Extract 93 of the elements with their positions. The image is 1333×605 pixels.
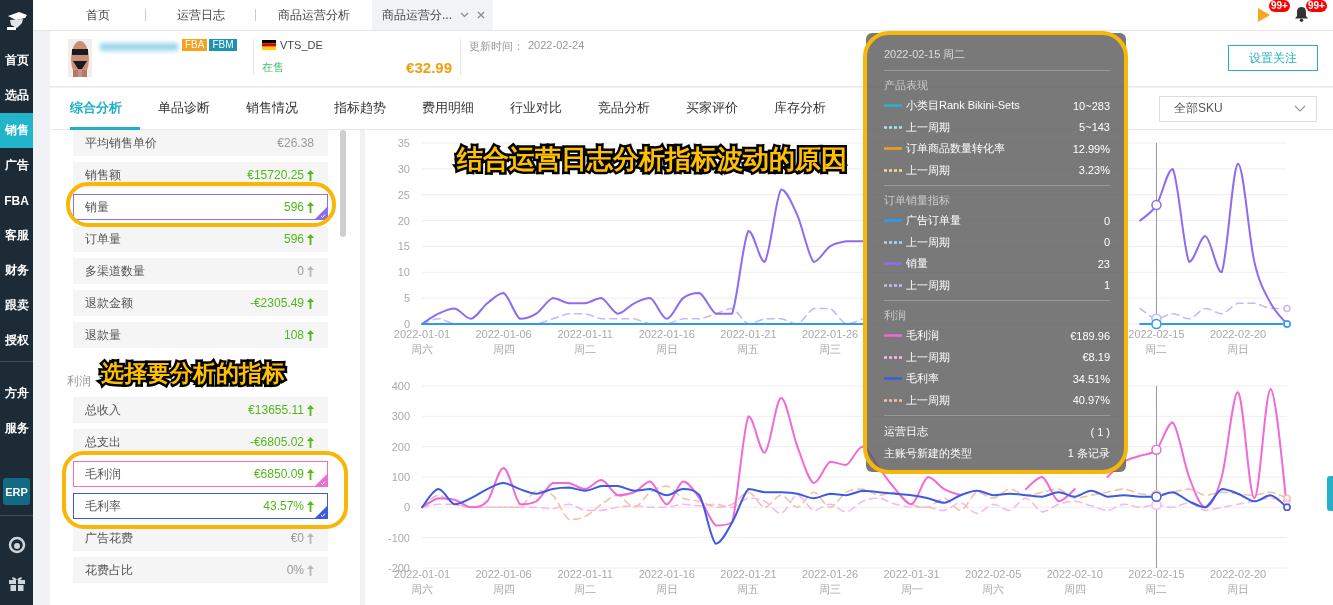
tooltip-value: 23 xyxy=(1097,257,1110,270)
tooltip-value: 34.51% xyxy=(1072,372,1110,385)
fulfillment-badge: FBA xyxy=(182,39,208,51)
axis-tick-label: 周日 xyxy=(655,343,678,355)
tooltip-label: 上一周期 xyxy=(906,349,950,365)
axis-tick-label: 100 xyxy=(391,471,410,483)
axis-tick-label: 2022-01-16 xyxy=(638,328,695,340)
axis-tick-label: 2022-01-16 xyxy=(638,568,695,580)
axis-tick-label: 2022-01-21 xyxy=(720,568,777,580)
axis-tick-label: 0 xyxy=(403,501,410,514)
axis-tick-label: 35 xyxy=(397,137,410,149)
axis-tick-label: 2022-01-01 xyxy=(393,328,451,340)
axis-tick-label: 2022-01-21 xyxy=(720,328,777,340)
axis-tick-label: 2022-02-15 xyxy=(1128,568,1185,580)
axis-tick-label: 周四 xyxy=(492,343,515,355)
tooltip-label: 订单商品数量转化率 xyxy=(906,141,1005,157)
count-badge: 99+ xyxy=(1306,0,1327,12)
axis-tick-label: 周二 xyxy=(1145,343,1168,355)
callout-caption: 选择要分析的指标 xyxy=(101,359,285,388)
tooltip-value: 12.99% xyxy=(1072,142,1110,155)
tooltip-label: 毛利润 xyxy=(906,328,939,344)
axis-tick-label: 周二 xyxy=(1145,583,1168,595)
tooltip-label: 广告订单量 xyxy=(906,213,961,229)
axis-tick-label: 2022-01-26 xyxy=(801,328,859,340)
axis-tick-label: 2022-01-11 xyxy=(557,328,613,340)
tooltip-label: 上一周期 xyxy=(906,392,950,408)
tooltip-section-title: 产品表现 xyxy=(884,78,929,93)
axis-tick-label: 周五 xyxy=(737,343,760,355)
tooltip-value: 0 xyxy=(1103,236,1110,249)
axis-tick-label: 2022-01-31 xyxy=(883,568,940,580)
tooltip-value: 0 xyxy=(1103,214,1110,227)
status-label: 在售 xyxy=(262,60,284,75)
axis-tick-label: 2022-02-15 xyxy=(1128,328,1185,340)
tooltip-value: 1 xyxy=(1103,279,1110,292)
axis-tick-label: 周六 xyxy=(982,583,1005,595)
tooltip-label: 上一周期 xyxy=(906,277,950,293)
count-badge: 99+ xyxy=(1269,0,1290,12)
axis-tick-label: 周二 xyxy=(574,343,597,355)
axis-tick-label: 2022-01-06 xyxy=(475,568,532,580)
tooltip-label: 上一周期 xyxy=(906,119,950,135)
tooltip-label: 上一周期 xyxy=(906,234,950,250)
tooltip-value: €8.19 xyxy=(1082,351,1110,364)
axis-tick-label: 2022-01-06 xyxy=(475,328,532,340)
axis-tick-label: 周四 xyxy=(1063,583,1086,595)
axis-tick-label: 15 xyxy=(397,240,410,253)
tooltip-value: ( 1 ) xyxy=(1090,425,1110,438)
tooltip-value: 3.23% xyxy=(1078,164,1110,177)
axis-tick-label: 2022-01-11 xyxy=(557,568,613,580)
axis-tick-label: 20 xyxy=(397,214,410,227)
tooltip-section-title: 利润 xyxy=(884,308,907,323)
axis-tick-label: 25 xyxy=(397,188,410,201)
axis-tick-label: 周六 xyxy=(411,583,433,595)
axis-tick-label: -100 xyxy=(387,531,410,544)
tooltip-label: 小类目Rank Bikini-Sets xyxy=(906,98,1020,114)
tooltip-label: 销量 xyxy=(906,256,928,272)
tooltip-label: 运营日志 xyxy=(884,424,928,440)
axis-tick-label: 30 xyxy=(397,162,410,175)
axis-tick-label: 2022-02-20 xyxy=(1209,328,1267,340)
axis-tick-label: 周五 xyxy=(737,583,760,595)
section-title: 利润 xyxy=(67,373,91,390)
axis-tick-label: 300 xyxy=(391,410,410,423)
fulfillment-badge: FBM xyxy=(209,39,237,51)
tooltip-value: 5~143 xyxy=(1079,121,1110,134)
axis-tick-label: 周六 xyxy=(411,343,433,355)
axis-tick-label: 10 xyxy=(397,266,410,279)
axis-tick-label: 5 xyxy=(403,292,410,305)
axis-tick-label: 2022-02-20 xyxy=(1209,568,1267,580)
tooltip-title: 2022-02-15 周二 xyxy=(884,47,1110,71)
tooltip-section-title: 订单销量指标 xyxy=(884,193,951,208)
axis-tick-label: 周一 xyxy=(900,583,923,595)
update-time-value: 2022-02-24 xyxy=(528,39,585,53)
tooltip-value: 40.97% xyxy=(1072,394,1110,407)
axis-tick-label: 周二 xyxy=(574,583,597,595)
tooltip-value: €189.96 xyxy=(1070,329,1110,342)
axis-tick-label: 周日 xyxy=(1227,343,1250,355)
axis-tick-label: 2022-02-10 xyxy=(1046,568,1103,580)
axis-tick-label: 200 xyxy=(391,440,410,453)
callout-caption: 结合运营日志分析指标波动的原因 xyxy=(457,143,847,176)
tooltip-label: 毛利率 xyxy=(906,371,939,387)
tooltip-value: 1 条记录 xyxy=(1067,445,1110,461)
axis-tick-label: 400 xyxy=(391,380,410,392)
axis-tick-label: 0 xyxy=(403,318,410,330)
axis-tick-label: 2022-01-26 xyxy=(801,568,859,580)
axis-tick-label: 周四 xyxy=(492,583,515,595)
tooltip-label: 主账号新建的类型 xyxy=(884,445,972,461)
axis-tick-label: 周日 xyxy=(1227,583,1250,595)
axis-tick-label: 周日 xyxy=(655,583,678,595)
axis-tick-label: 2022-02-05 xyxy=(965,568,1022,580)
marketplace-label: VTS_DE xyxy=(280,39,323,51)
tooltip-value: 10~283 xyxy=(1073,99,1110,112)
price-label: €32.99 xyxy=(406,59,452,76)
tooltip-label: 上一周期 xyxy=(906,162,950,178)
update-time-label: 更新时间： xyxy=(469,39,524,54)
